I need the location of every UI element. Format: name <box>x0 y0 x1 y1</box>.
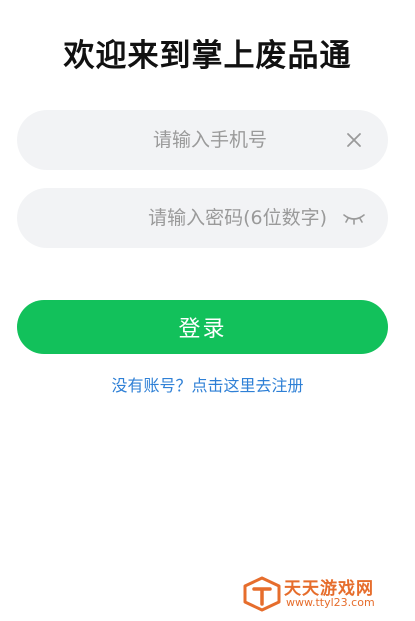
watermark-url: www.ttyl23.com <box>286 596 375 609</box>
watermark-logo-icon <box>243 576 281 612</box>
password-input[interactable] <box>57 188 327 248</box>
password-field[interactable] <box>17 188 388 248</box>
watermark: 天天游戏网 www.ttyl23.com <box>242 574 407 614</box>
phone-field[interactable] <box>17 110 388 170</box>
page-title: 欢迎来到掌上废品通 <box>63 38 352 74</box>
phone-input[interactable] <box>57 110 267 170</box>
close-icon[interactable] <box>342 128 366 152</box>
login-button[interactable]: 登录 <box>17 300 388 354</box>
register-link[interactable]: 没有账号？点击这里去注册 <box>0 372 415 396</box>
eye-closed-icon[interactable] <box>342 206 366 230</box>
